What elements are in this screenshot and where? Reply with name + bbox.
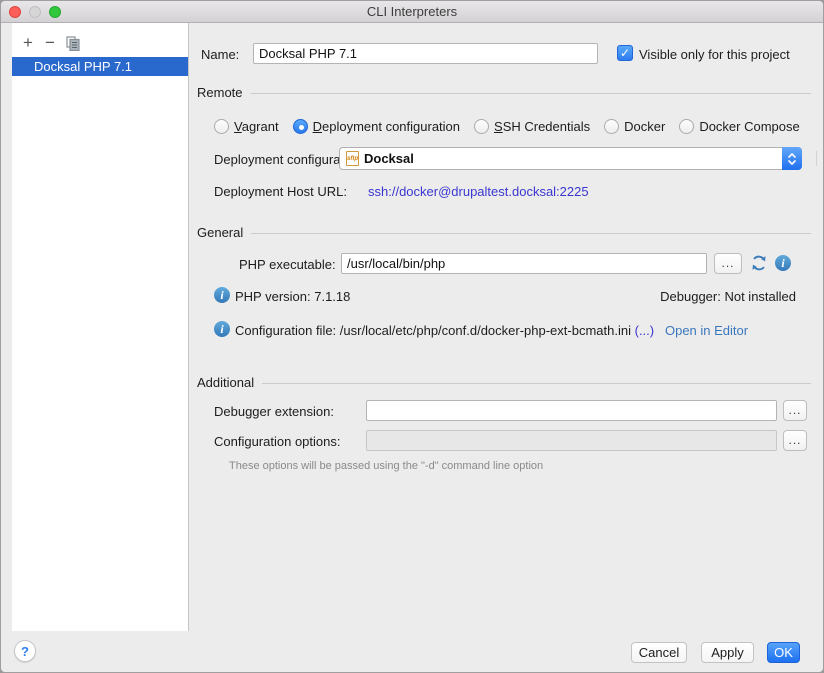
list-item-docksal-php-71[interactable]: Docksal PHP 7.1 (12, 57, 188, 76)
open-in-editor-link[interactable]: Open in Editor (665, 323, 748, 338)
divider (816, 151, 817, 166)
copy-interpreter-button[interactable] (61, 36, 85, 51)
remove-interpreter-button[interactable]: − (39, 33, 61, 53)
debugger-extension-label: Debugger extension: (214, 404, 334, 419)
info-icon: i (214, 287, 230, 303)
window-title: CLI Interpreters (1, 4, 823, 19)
name-label: Name: (201, 47, 239, 62)
radio-docker[interactable]: Docker (604, 119, 665, 134)
additional-section-header: Additional (197, 375, 811, 390)
refresh-icon (750, 254, 768, 272)
radio-docker-compose[interactable]: Docker Compose (679, 119, 799, 134)
configuration-options-input (366, 430, 777, 451)
title-bar: CLI Interpreters (1, 1, 823, 23)
radio-circle (474, 119, 489, 134)
radio-circle (604, 119, 619, 134)
section-divider (262, 383, 811, 384)
radio-circle (679, 119, 694, 134)
reload-phpinfo-button[interactable] (750, 254, 768, 275)
configuration-file-row: Configuration file: /usr/local/etc/php/c… (235, 323, 748, 338)
apply-button[interactable]: Apply (701, 642, 754, 663)
checkmark-icon: ✓ (620, 46, 630, 60)
debugger-extension-browse-button[interactable]: ... (783, 400, 807, 421)
cli-interpreters-dialog: CLI Interpreters + − Docksal PHP 7.1 Nam… (0, 0, 824, 673)
help-button[interactable]: ? (14, 640, 36, 662)
configuration-options-browse-button[interactable]: ... (783, 430, 807, 451)
deployment-host-url-value[interactable]: ssh://docker@drupaltest.docksal:2225 (368, 184, 589, 199)
visible-only-label: Visible only for this project (639, 47, 790, 62)
radio-deployment-configuration[interactable]: Deployment configuration (293, 119, 460, 134)
selected-deployment-config: Docksal (364, 151, 414, 166)
show-phpinfo-button[interactable]: i (775, 255, 791, 271)
radio-ssh-credentials[interactable]: SSH Credentials (474, 119, 590, 134)
interpreters-list-panel: + − Docksal PHP 7.1 (12, 23, 189, 631)
debugger-status-text: Debugger: Not installed (660, 289, 796, 304)
section-divider (251, 233, 811, 234)
ok-button[interactable]: OK (767, 642, 800, 663)
remote-type-radio-group: Vagrant Deployment configuration SSH Cre… (214, 116, 823, 136)
sftp-server-icon: sftp (346, 151, 359, 166)
general-section-header: General (197, 225, 811, 240)
radio-vagrant[interactable]: Vagrant (214, 119, 279, 134)
configuration-options-label: Configuration options: (214, 434, 340, 449)
radio-circle (214, 119, 229, 134)
section-divider (251, 93, 811, 94)
configuration-file-text: Configuration file: /usr/local/etc/php/c… (235, 323, 631, 338)
php-version-text: PHP version: 7.1.18 (235, 289, 350, 304)
configuration-file-expand-link[interactable]: (...) (635, 323, 655, 338)
list-toolbar: + − (12, 32, 85, 54)
visible-only-checkbox[interactable]: ✓ (617, 45, 633, 61)
radio-circle-selected (293, 119, 308, 134)
options-note-text: These options will be passed using the "… (229, 460, 543, 472)
php-executable-browse-button[interactable]: ... (714, 253, 742, 274)
add-interpreter-button[interactable]: + (17, 33, 39, 53)
name-input[interactable] (253, 43, 598, 64)
updown-chevrons-icon (787, 152, 797, 166)
select-stepper[interactable] (782, 147, 802, 170)
php-executable-input[interactable] (341, 253, 707, 274)
info-icon: i (214, 321, 230, 337)
remote-section-header: Remote (197, 85, 811, 100)
php-executable-label: PHP executable: (239, 257, 336, 272)
cancel-button[interactable]: Cancel (631, 642, 687, 663)
debugger-extension-input[interactable] (366, 400, 777, 421)
deployment-host-url-label: Deployment Host URL: (214, 184, 347, 199)
copy-icon (66, 36, 80, 51)
deployment-configuration-select[interactable]: sftp Docksal (339, 147, 802, 170)
